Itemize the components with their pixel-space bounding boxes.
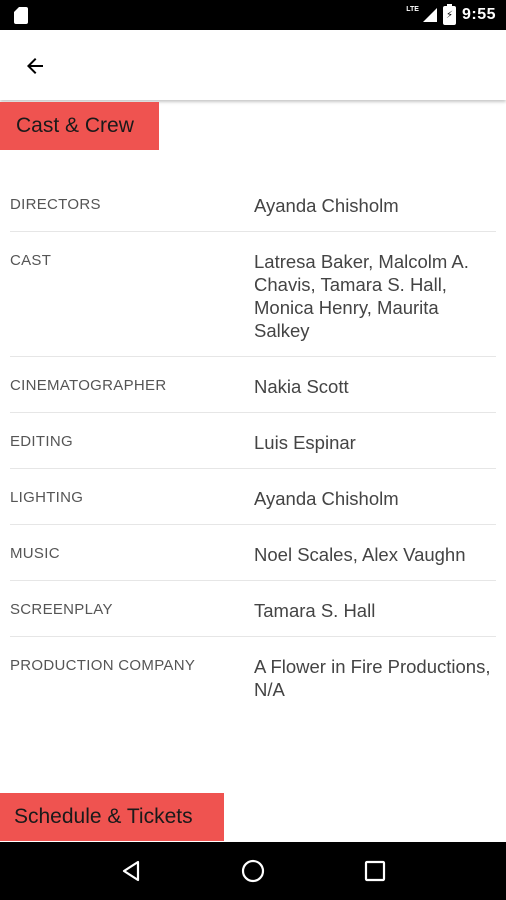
credit-row: CINEMATOGRAPHER Nakia Scott — [10, 357, 496, 413]
credit-value: Latresa Baker, Malcolm A. Chavis, Tamara… — [254, 251, 469, 341]
credit-value: Ayanda Chisholm — [254, 488, 399, 509]
credit-value: Tamara S. Hall — [254, 600, 376, 621]
credit-row: CAST Latresa Baker, Malcolm A. Chavis, Ta… — [10, 232, 496, 357]
credit-value: Luis Espinar — [254, 432, 356, 453]
credit-value: Noel Scales, Alex Vaughn — [254, 544, 466, 565]
credit-row: MUSIC Noel Scales, Alex Vaughn — [10, 525, 496, 581]
credit-row: PRODUCTION COMPANY A Flower in Fire Produ… — [10, 637, 496, 715]
credit-label: SCREENPLAY — [10, 601, 113, 618]
credit-label: MUSIC — [10, 545, 60, 562]
credit-value: Ayanda Chisholm — [254, 195, 399, 216]
recents-square-icon — [364, 860, 386, 882]
back-button[interactable] — [18, 49, 52, 83]
nav-back-button[interactable] — [111, 851, 151, 891]
credit-label: CAST — [10, 252, 52, 269]
credit-label: PRODUCTION COMPANY — [10, 657, 196, 674]
credit-value: A Flower in Fire Productions, N/A — [254, 656, 491, 700]
credit-label: CINEMATOGRAPHER — [10, 377, 167, 394]
credit-row: SCREENPLAY Tamara S. Hall — [10, 581, 496, 637]
battery-icon: ⚡ — [442, 3, 456, 25]
sim-card-icon — [14, 7, 28, 24]
schedule-tickets-tab[interactable]: Schedule & Tickets — [0, 793, 224, 841]
credit-value: Nakia Scott — [254, 376, 349, 397]
nav-recents-button[interactable] — [355, 851, 395, 891]
signal-icon — [422, 8, 437, 22]
network-type: LTE — [406, 6, 419, 13]
app-bar — [0, 30, 506, 100]
home-circle-icon — [241, 859, 265, 883]
credit-label: EDITING — [10, 433, 73, 450]
status-icons: LTE ⚡ 9:55 — [406, 0, 496, 30]
charging-bolt-icon: ⚡ — [444, 7, 454, 23]
clock: 9:55 — [461, 6, 496, 23]
credit-label: DIRECTORS — [10, 196, 101, 213]
system-nav-bar — [0, 842, 506, 900]
credit-row: EDITING Luis Espinar — [10, 413, 496, 469]
credit-label: LIGHTING — [10, 489, 84, 506]
back-triangle-icon — [122, 860, 140, 882]
arrow-back-icon — [27, 58, 43, 74]
credit-row: DIRECTORS Ayanda Chisholm — [10, 176, 496, 232]
credits-list: DIRECTORS Ayanda Chisholm CAST Latresa Bake… — [10, 176, 496, 715]
credit-row: LIGHTING Ayanda Chisholm — [10, 469, 496, 525]
cast-crew-header: Cast & Crew — [0, 102, 159, 150]
nav-home-button[interactable] — [233, 851, 273, 891]
status-bar: LTE ⚡ 9:55 — [0, 0, 506, 30]
